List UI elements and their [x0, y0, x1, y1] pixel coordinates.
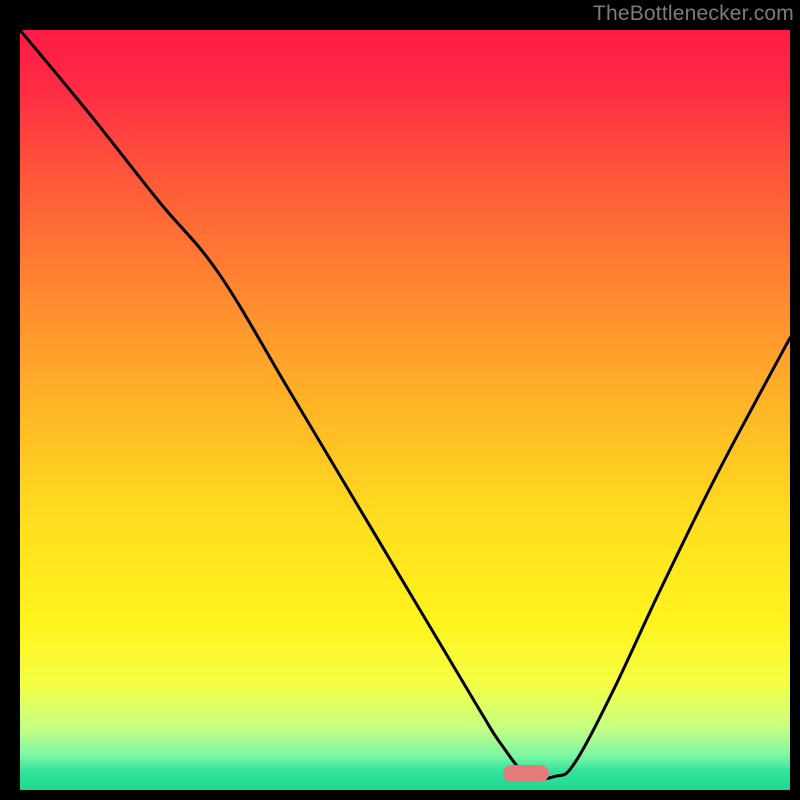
optimal-marker — [503, 765, 549, 782]
background-gradient — [20, 30, 790, 790]
plot-area — [20, 30, 790, 790]
attribution-label: TheBottlenecker.com — [593, 2, 794, 26]
chart-frame: TheBottlenecker.com — [0, 0, 800, 800]
